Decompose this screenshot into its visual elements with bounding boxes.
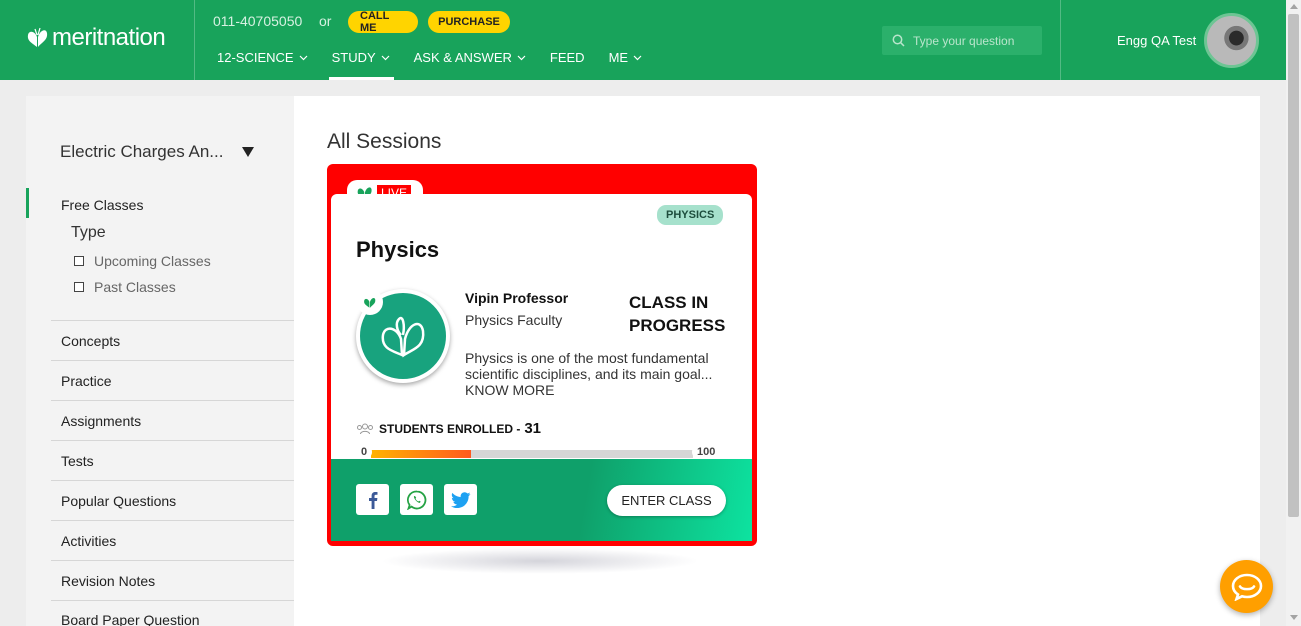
nav-label: ME xyxy=(608,50,629,65)
sidebar-item-popular-questions[interactable]: Popular Questions xyxy=(51,480,294,520)
users-icon xyxy=(357,423,373,434)
sidebar-item-concepts[interactable]: Concepts xyxy=(51,320,294,360)
sidebar-item-practice[interactable]: Practice xyxy=(51,360,294,400)
card-body: PHYSICS Physics Vipin Professor Physics … xyxy=(331,194,752,541)
scroll-down-arrow-icon[interactable] xyxy=(1290,615,1298,620)
nav-label: STUDY xyxy=(331,50,376,65)
user-avatar[interactable] xyxy=(1204,13,1259,68)
search-input[interactable] xyxy=(913,33,1033,48)
chat-icon xyxy=(1231,573,1262,601)
sidebar-item-assignments[interactable]: Assignments xyxy=(51,400,294,440)
type-heading: Type xyxy=(71,224,106,241)
filter-label: Upcoming Classes xyxy=(94,253,211,269)
top-header: meritnation 011-40705050 or CALL ME PURC… xyxy=(0,0,1286,80)
sidebar-item-board-paper-question[interactable]: Board Paper Question xyxy=(51,600,294,626)
nav-label: 12-SCIENCE xyxy=(217,50,294,65)
active-indicator xyxy=(26,188,29,218)
filter-past-classes[interactable]: Past Classes xyxy=(74,279,176,295)
search-icon xyxy=(892,34,905,47)
twitter-icon xyxy=(450,491,470,508)
search-box xyxy=(882,26,1042,55)
purchase-button[interactable]: PURCHASE xyxy=(428,11,510,33)
chevron-down-icon xyxy=(633,55,642,61)
checkbox[interactable] xyxy=(74,282,84,292)
filter-label: Past Classes xyxy=(94,279,176,295)
butterfly-icon xyxy=(27,27,48,47)
phone-number: 011-40705050 xyxy=(213,13,303,29)
sidebar: Electric Charges An... Free Classes Type… xyxy=(26,96,294,626)
teacher-name: Vipin Professor xyxy=(465,290,569,306)
card-shadow xyxy=(380,548,700,574)
call-me-button[interactable]: CALL ME xyxy=(348,10,418,34)
session-card[interactable]: LIVE PHYSICS Physics Vipin Professor Phy… xyxy=(327,164,757,546)
facebook-icon xyxy=(368,491,377,509)
sidebar-item-free-classes[interactable]: Free Classes xyxy=(61,197,143,213)
progress-fill xyxy=(371,450,471,458)
or-text: or xyxy=(319,13,332,29)
nav-label: FEED xyxy=(549,50,585,65)
sidebar-item-tests[interactable]: Tests xyxy=(51,440,294,480)
page-title: All Sessions xyxy=(327,130,442,153)
mini-logo xyxy=(357,289,383,315)
teacher-role: Physics Faculty xyxy=(465,312,563,328)
nav-item-12-science[interactable]: 12-SCIENCE xyxy=(217,50,308,80)
progress-max-label: 100 xyxy=(692,445,721,459)
header-divider xyxy=(194,0,195,80)
brand-name: meritnation xyxy=(52,24,166,51)
meritnation-logo[interactable]: meritnation xyxy=(26,24,166,52)
nav-item-study[interactable]: STUDY xyxy=(328,50,394,80)
class-status: CLASS IN PROGRESS xyxy=(629,293,726,335)
chevron-down-icon xyxy=(299,55,308,61)
scrollbar-thumb[interactable] xyxy=(1288,14,1299,517)
chapter-selector[interactable]: Electric Charges An... xyxy=(60,142,223,162)
checkbox[interactable] xyxy=(74,256,84,266)
students-count: 31 xyxy=(524,420,542,437)
filter-upcoming-classes[interactable]: Upcoming Classes xyxy=(74,253,211,269)
progress-min-label: 0 xyxy=(356,445,373,459)
chevron-down-icon xyxy=(517,55,526,61)
nav-label: ASK & ANSWER xyxy=(413,50,512,65)
chevron-down-icon xyxy=(381,55,390,61)
nav-item-me[interactable]: ME xyxy=(609,50,643,80)
session-title: Physics xyxy=(356,237,440,262)
enrollment-progress-bar xyxy=(371,450,693,458)
session-description: Physics is one of the most fundamental s… xyxy=(465,350,713,382)
nav-item-ask-answer[interactable]: ASK & ANSWER xyxy=(414,50,526,80)
sidebar-item-revision-notes[interactable]: Revision Notes xyxy=(51,560,294,600)
butterfly-icon xyxy=(364,297,376,308)
scroll-up-arrow-icon[interactable] xyxy=(1290,4,1298,9)
students-enrolled: STUDENTS ENROLLED - 31 xyxy=(356,420,541,437)
header-divider xyxy=(1060,0,1061,80)
facebook-share-button[interactable] xyxy=(356,484,389,515)
twitter-share-button[interactable] xyxy=(444,484,477,515)
students-label: STUDENTS ENROLLED - xyxy=(379,421,521,436)
know-more-link[interactable]: KNOW MORE xyxy=(465,382,554,398)
nav-item-feed[interactable]: FEED xyxy=(550,50,585,80)
subject-badge: PHYSICS xyxy=(657,205,724,225)
chat-support-button[interactable] xyxy=(1220,560,1273,613)
sidebar-item-activities[interactable]: Activities xyxy=(51,520,294,560)
user-name[interactable]: Engg QA Test xyxy=(1117,33,1196,48)
enter-class-button[interactable]: ENTER CLASS xyxy=(607,485,726,516)
whatsapp-icon xyxy=(406,490,426,510)
card-footer: ENTER CLASS xyxy=(331,459,752,541)
main-nav: 12-SCIENCE STUDY ASK & ANSWER FEED ME xyxy=(217,50,666,80)
caret-down-icon[interactable] xyxy=(242,147,254,157)
whatsapp-share-button[interactable] xyxy=(400,484,433,515)
main-content: All Sessions LIVE PHYSICS Physics Vipin … xyxy=(294,96,1260,626)
butterfly-icon xyxy=(381,316,425,358)
